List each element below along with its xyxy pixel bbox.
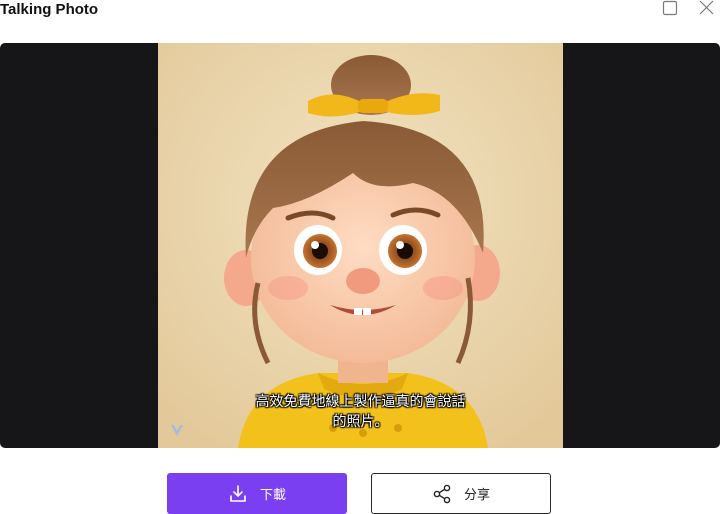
subtitle-line-1: 高效免費地線上製作逼真的會說話	[255, 394, 466, 410]
talking-photo-frame: 高效免費地線上製作逼真的會說話 的照片。	[158, 43, 563, 448]
download-label: 下載	[259, 488, 286, 503]
subtitle-line-2: 的照片。	[332, 414, 389, 430]
download-button[interactable]: 下載	[167, 473, 347, 514]
cartoon-girl-image	[158, 43, 563, 448]
share-label: 分享	[463, 488, 490, 503]
window-title: Talking Photo	[0, 1, 99, 18]
logo-watermark-icon	[171, 425, 183, 436]
maximize-button[interactable]	[661, 0, 681, 18]
share-icon	[433, 484, 451, 503]
square-icon	[662, 0, 678, 16]
video-player[interactable]: 高效免費地線上製作逼真的會說話 的照片。	[0, 43, 720, 448]
download-icon	[230, 484, 246, 502]
close-button[interactable]	[697, 0, 717, 18]
close-icon	[699, 0, 714, 15]
share-button[interactable]: 分享	[371, 473, 551, 514]
